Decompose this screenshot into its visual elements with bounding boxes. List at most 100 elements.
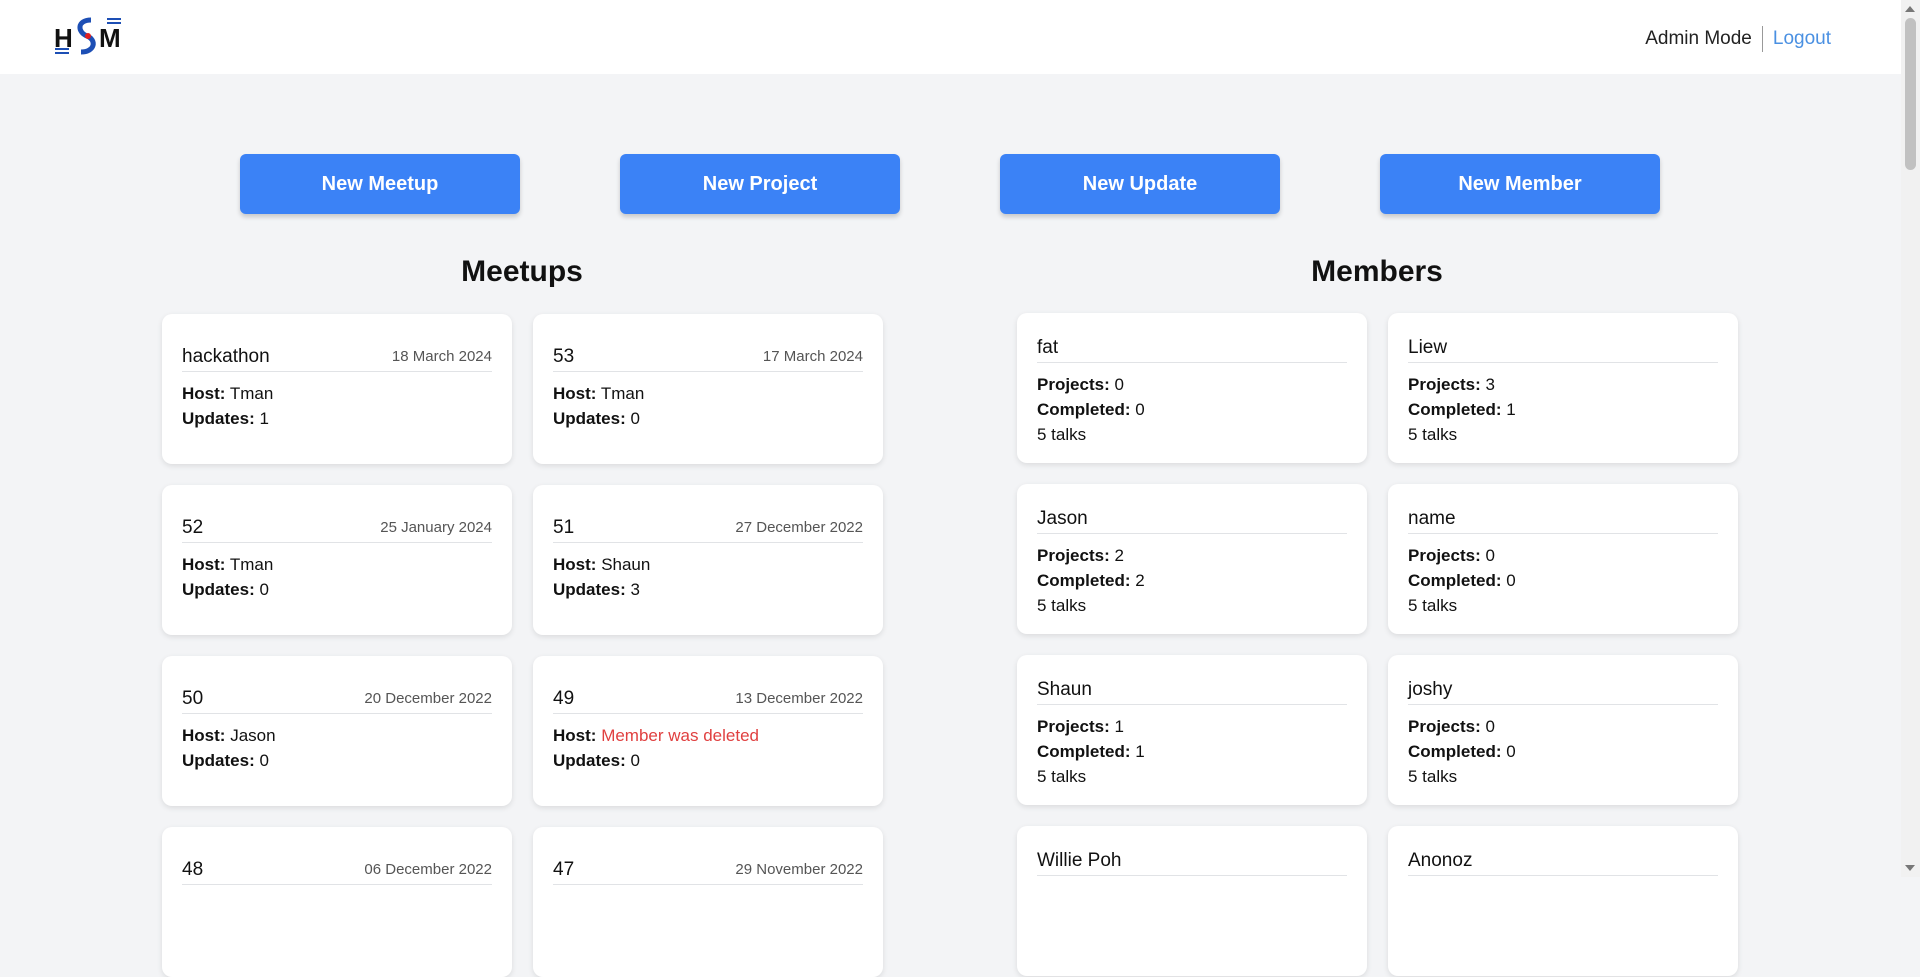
completed-value: 1 [1135, 742, 1145, 761]
projects-value: 1 [1114, 717, 1124, 736]
host-label: Host: [553, 555, 597, 574]
meetup-date: 27 December 2022 [735, 519, 863, 536]
host-value: Tman [229, 384, 274, 403]
completed-value: 0 [1506, 571, 1516, 590]
completed-value: 1 [1506, 400, 1516, 419]
meetup-name: hackathon [182, 346, 270, 367]
updates-label: Updates: [553, 580, 626, 599]
members-heading: Members [1311, 255, 1443, 288]
meetup-name: 50 [182, 688, 204, 709]
top-header: H M Admin Mode Logout [0, 0, 1901, 74]
member-card[interactable]: Shaun Projects: 1 Completed: 1 5 talks [1017, 655, 1367, 805]
updates-label: Updates: [553, 751, 626, 770]
meetup-date: 25 January 2024 [380, 519, 492, 536]
meetup-card[interactable]: hackathon 18 March 2024 Host: Tman Update… [162, 314, 512, 464]
meetup-date: 18 March 2024 [391, 348, 492, 365]
page-scrollbar[interactable] [1901, 0, 1920, 877]
member-card[interactable]: Anonoz [1388, 826, 1738, 976]
completed-label: Completed: [1037, 400, 1131, 419]
meetup-date: 29 November 2022 [735, 861, 863, 878]
member-name: name [1408, 508, 1456, 529]
host-label: Host: [182, 384, 226, 403]
projects-label: Projects: [1408, 375, 1481, 394]
projects-label: Projects: [1408, 546, 1481, 565]
new-meetup-button[interactable]: New Meetup [240, 154, 520, 214]
meetup-date: 13 December 2022 [735, 690, 863, 707]
logout-link[interactable]: Logout [1763, 28, 1831, 50]
host-value: Jason [230, 726, 276, 745]
meetups-grid: hackathon 18 March 2024 Host: Tman Update… [162, 314, 883, 977]
scroll-thumb[interactable] [1905, 18, 1916, 170]
new-member-button[interactable]: New Member [1380, 154, 1660, 214]
new-project-button[interactable]: New Project [620, 154, 900, 214]
projects-label: Projects: [1037, 717, 1110, 736]
member-card[interactable]: Jason Projects: 2 Completed: 2 5 talks [1017, 484, 1367, 634]
completed-value: 0 [1506, 742, 1516, 761]
completed-value: 0 [1135, 400, 1145, 419]
completed-label: Completed: [1037, 742, 1131, 761]
meetups-heading: Meetups [461, 255, 583, 288]
talks-count: 5 talks [1408, 767, 1458, 786]
member-card[interactable]: Willie Poh [1017, 826, 1367, 976]
completed-label: Completed: [1037, 571, 1131, 590]
member-card[interactable]: fat Projects: 0 Completed: 0 5 talks [1017, 313, 1367, 463]
member-card[interactable]: name Projects: 0 Completed: 0 5 talks [1388, 484, 1738, 634]
meetup-name: 52 [182, 517, 204, 538]
hsm-logo[interactable]: H M [53, 14, 123, 59]
host-value: Tman [229, 555, 274, 574]
host-label: Host: [553, 384, 597, 403]
meetup-card[interactable]: 50 20 December 2022 Host: Jason Updates: … [162, 656, 512, 806]
host-label: Host: [182, 555, 226, 574]
member-name: Liew [1408, 337, 1448, 358]
meetup-date: 20 December 2022 [364, 690, 492, 707]
projects-value: 0 [1485, 717, 1495, 736]
talks-count: 5 talks [1408, 425, 1458, 444]
header-actions: Admin Mode Logout [1645, 26, 1831, 52]
meetup-card[interactable]: 52 25 January 2024 Host: Tman Updates: 0 [162, 485, 512, 635]
meetup-date: 17 March 2024 [762, 348, 863, 365]
meetup-name: 48 [182, 859, 204, 880]
svg-text:H: H [54, 23, 73, 53]
new-update-button[interactable]: New Update [1000, 154, 1280, 214]
talks-count: 5 talks [1408, 596, 1458, 615]
member-card[interactable]: joshy Projects: 0 Completed: 0 5 talks [1388, 655, 1738, 805]
updates-label: Updates: [553, 409, 626, 428]
updates-value: 0 [630, 751, 640, 770]
member-card[interactable]: Liew Projects: 3 Completed: 1 5 talks [1388, 313, 1738, 463]
updates-label: Updates: [182, 409, 255, 428]
updates-value: 0 [630, 409, 640, 428]
scroll-down-arrow-icon[interactable] [1905, 865, 1915, 871]
projects-label: Projects: [1037, 546, 1110, 565]
host-value: Shaun [601, 555, 651, 574]
member-name: Shaun [1037, 679, 1092, 700]
host-label: Host: [553, 726, 597, 745]
meetup-date: 06 December 2022 [364, 861, 492, 878]
projects-label: Projects: [1037, 375, 1110, 394]
completed-value: 2 [1135, 571, 1145, 590]
meetup-card[interactable]: 49 13 December 2022 Host: Member was dele… [533, 656, 883, 806]
projects-value: 2 [1114, 546, 1124, 565]
member-name: fat [1037, 337, 1059, 358]
member-name: Anonoz [1408, 850, 1473, 871]
scroll-up-arrow-icon[interactable] [1905, 6, 1915, 12]
updates-value: 0 [259, 751, 269, 770]
meetup-name: 47 [553, 859, 575, 880]
meetup-card[interactable]: 47 29 November 2022 [533, 827, 883, 977]
meetup-card[interactable]: 51 27 December 2022 Host: Shaun Updates: … [533, 485, 883, 635]
updates-value: 3 [630, 580, 640, 599]
member-name: Willie Poh [1037, 850, 1122, 871]
meetup-card[interactable]: 48 06 December 2022 [162, 827, 512, 977]
updates-label: Updates: [182, 751, 255, 770]
meetup-name: 51 [553, 517, 575, 538]
member-name: Jason [1037, 508, 1088, 529]
projects-value: 3 [1485, 375, 1495, 394]
projects-value: 0 [1485, 546, 1495, 565]
projects-label: Projects: [1408, 717, 1481, 736]
meetup-card[interactable]: 53 17 March 2024 Host: Tman Updates: 0 [533, 314, 883, 464]
host-value: Tman [600, 384, 645, 403]
completed-label: Completed: [1408, 742, 1502, 761]
talks-count: 5 talks [1037, 425, 1087, 444]
completed-label: Completed: [1408, 571, 1502, 590]
admin-mode-label: Admin Mode [1645, 28, 1752, 49]
updates-label: Updates: [182, 580, 255, 599]
